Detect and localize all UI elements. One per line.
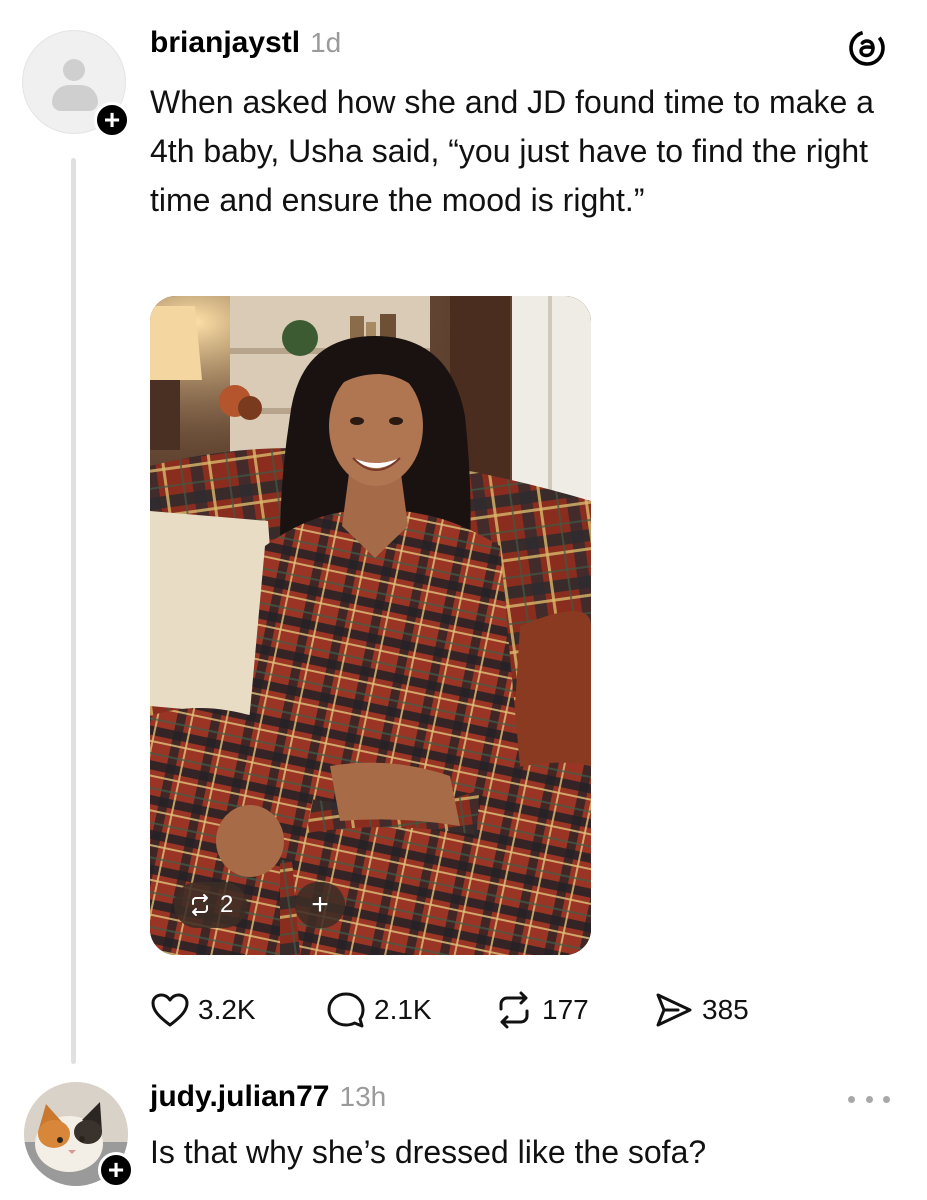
repost-icon [499, 991, 529, 1029]
reply-follow-plus-button[interactable]: + [98, 1152, 134, 1188]
post-image[interactable]: 2 + [150, 296, 591, 955]
heart-icon [151, 993, 189, 1027]
image-add-button[interactable]: + [295, 882, 345, 928]
repost-button[interactable]: 177 [494, 991, 654, 1029]
image-repost-count: 2 [220, 891, 234, 918]
follow-plus-button[interactable]: + [94, 102, 130, 138]
share-icon [656, 993, 692, 1027]
share-button[interactable]: 385 [654, 991, 774, 1029]
thread-line [71, 158, 76, 1064]
woman-on-plaid-sofa-illustration [150, 296, 591, 955]
reply-username[interactable]: judy.julian77 [150, 1080, 330, 1114]
like-button[interactable]: 3.2K [150, 992, 326, 1028]
repost-count: 177 [542, 994, 589, 1025]
repost-small-icon [192, 894, 208, 916]
comment-icon [327, 992, 365, 1028]
more-icon[interactable] [848, 1092, 890, 1106]
post-text: When asked how she and JD found time to … [150, 84, 874, 218]
post-action-bar: 3.2K 2.1K 177 385 [150, 988, 774, 1032]
reply-header: judy.julian77 13h [150, 1080, 386, 1120]
reply-button[interactable]: 2.1K [326, 991, 494, 1029]
reply-timestamp: 13h [339, 1081, 387, 1112]
share-count: 385 [702, 994, 749, 1025]
post-header: brianjaystl 1d [150, 26, 341, 66]
post-author-avatar[interactable]: + [22, 30, 130, 138]
reply-author-avatar[interactable]: + [24, 1082, 134, 1188]
reply-count: 2.1K [374, 994, 432, 1025]
image-repost-pill[interactable]: 2 [174, 882, 248, 928]
post-username[interactable]: brianjaystl [150, 26, 300, 60]
post-timestamp: 1d [310, 27, 342, 58]
threads-logo-icon [848, 28, 886, 68]
like-count: 3.2K [198, 994, 256, 1025]
reply-text: Is that why she’s dressed like the sofa? [150, 1134, 707, 1170]
